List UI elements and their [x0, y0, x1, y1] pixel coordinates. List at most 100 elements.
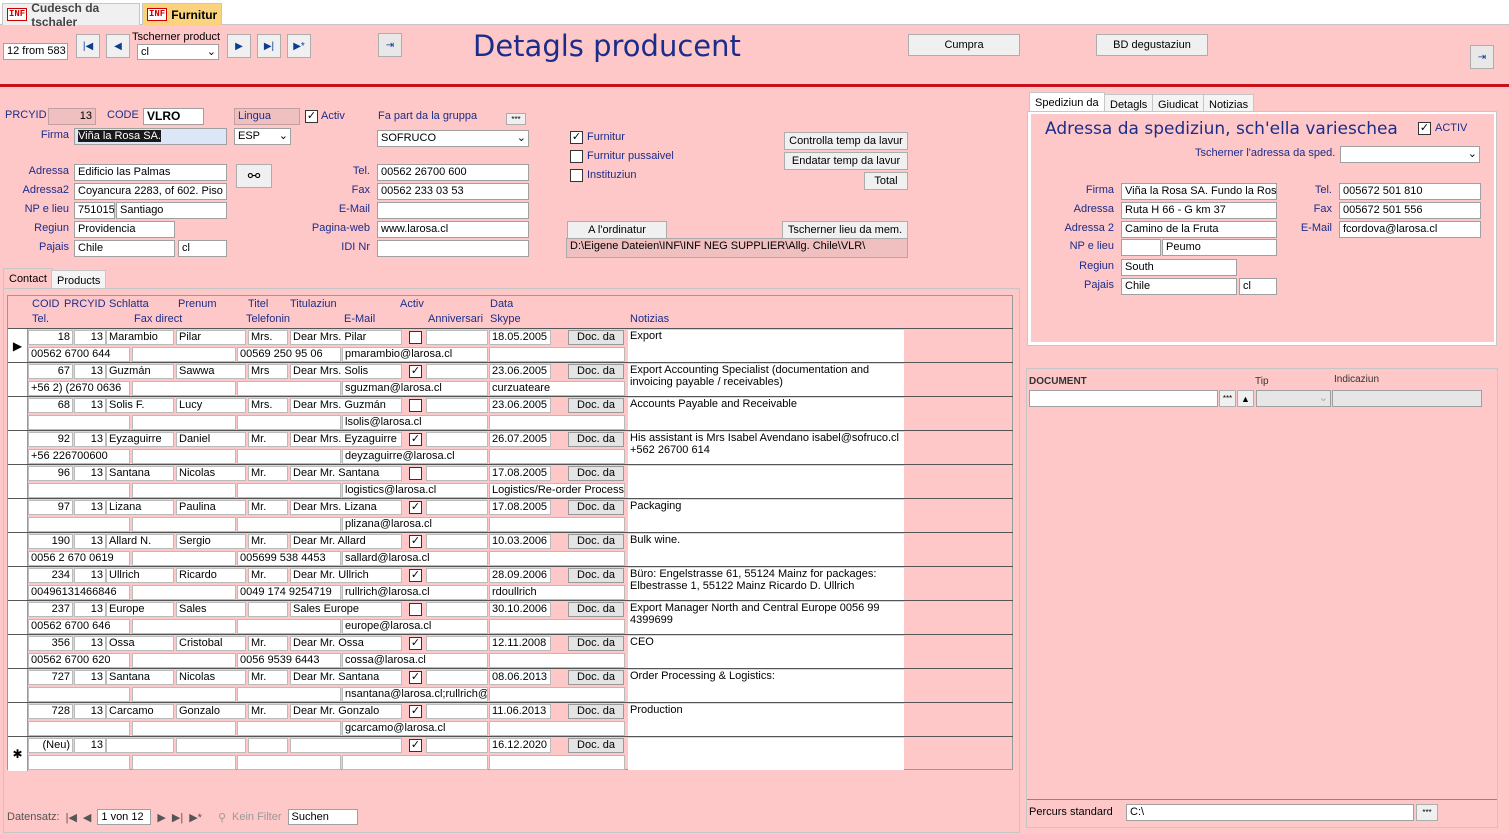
cell-titulaziun[interactable]: Dear Mrs. Pilar — [290, 330, 402, 345]
activ-checkbox[interactable]: ✓ — [409, 433, 422, 446]
cell-skype[interactable]: rdoullrich — [489, 585, 625, 600]
cell-prcyid[interactable]: 13 — [74, 500, 106, 515]
cell-anniversari[interactable] — [426, 398, 488, 413]
cell-titel[interactable]: Mr. — [248, 670, 288, 685]
cell-schlatta[interactable] — [106, 738, 174, 753]
table-row[interactable]: 727 13 Santana Nicolas Mr. Dear Mr. Santana 08… — [8, 668, 1013, 703]
table-row[interactable]: 67 13 Guzmán Sawwa Mrs Dear Mrs. Solis 23.06.2… — [8, 362, 1013, 397]
cell-titel[interactable]: Mr. — [248, 534, 288, 549]
row-selector[interactable] — [8, 465, 28, 499]
cell-telefonin[interactable] — [237, 415, 341, 430]
cell-titel[interactable] — [248, 602, 288, 617]
cell-titulaziun[interactable]: Dear Mr. Ullrich — [290, 568, 402, 583]
document-field[interactable] — [1029, 390, 1218, 407]
cell-schlatta[interactable]: Ossa — [106, 636, 174, 651]
cell-coid[interactable]: 67 — [28, 364, 73, 379]
cell-titulaziun[interactable] — [290, 738, 402, 753]
doc-da-button[interactable]: Doc. da — [568, 704, 624, 719]
cell-coid[interactable]: 356 — [28, 636, 73, 651]
default-path-dots-button[interactable]: *** — [1416, 804, 1438, 821]
activ-checkbox[interactable]: ✓ — [409, 535, 422, 548]
cell-telefonin[interactable]: 00569 250 95 06 — [237, 347, 341, 362]
cell-skype[interactable] — [489, 755, 625, 770]
cell-titel[interactable]: Mr. — [248, 432, 288, 447]
cell-coid[interactable]: 190 — [28, 534, 73, 549]
cell-data[interactable]: 17.08.2005 — [489, 500, 551, 515]
cell-titulaziun[interactable]: Dear Mrs. Guzmán — [290, 398, 402, 413]
row-selector[interactable] — [8, 703, 28, 737]
cell-prcyid[interactable]: 13 — [74, 636, 106, 651]
cell-fax[interactable] — [132, 347, 236, 362]
cell-titel[interactable]: Mr. — [248, 568, 288, 583]
cell-skype[interactable] — [489, 687, 625, 702]
cell-email[interactable]: sguzman@larosa.cl — [342, 381, 488, 396]
cell-skype[interactable] — [489, 449, 625, 464]
table-row[interactable]: 356 13 Ossa Cristobal Mr. Dear Mr. Ossa 12.11.… — [8, 634, 1013, 669]
cell-prenum[interactable]: Gonzalo — [176, 704, 246, 719]
row-selector[interactable] — [8, 635, 28, 669]
idi-field[interactable] — [377, 240, 529, 257]
cell-data[interactable]: 30.10.2006 — [489, 602, 551, 617]
cell-prenum[interactable]: Daniel — [176, 432, 246, 447]
cell-schlatta[interactable]: Eyzaguirre — [106, 432, 174, 447]
cell-email[interactable]: rullrich@larosa.cl — [342, 585, 488, 600]
cell-titulaziun[interactable]: Dear Mr. Santana — [290, 466, 402, 481]
shipping-adressa-field[interactable]: Ruta H 66 - G km 37 — [1121, 202, 1277, 219]
cell-tel[interactable]: 00562 6700 620 — [28, 653, 130, 668]
tel-field[interactable]: 00562 26700 600 — [377, 164, 529, 181]
cell-tel[interactable] — [28, 415, 130, 430]
cell-prcyid[interactable]: 13 — [74, 670, 106, 685]
cell-data[interactable]: 28.09.2006 — [489, 568, 551, 583]
cell-coid[interactable]: (Neu) — [28, 738, 73, 753]
indicaziun-field[interactable] — [1332, 390, 1482, 407]
table-row[interactable]: 190 13 Allard N. Sergio Mr. Dear Mr. Allard 10… — [8, 532, 1013, 567]
cell-prcyid[interactable]: 13 — [74, 534, 106, 549]
cell-data[interactable]: 12.11.2008 — [489, 636, 551, 651]
fax-field[interactable]: 00562 233 03 53 — [377, 183, 529, 200]
cell-prenum[interactable]: Pilar — [176, 330, 246, 345]
cell-prenum[interactable]: Ricardo — [176, 568, 246, 583]
tab-spediziun[interactable]: Spediziun da — [1029, 92, 1105, 112]
choose-shipping-select[interactable]: ⌄ — [1340, 146, 1480, 163]
adressa2-field[interactable]: Coyancura 2283, of 602. Piso I — [74, 183, 227, 200]
activ-checkbox[interactable]: ✓ — [305, 110, 318, 123]
activ-checkbox[interactable]: ✓ — [409, 705, 422, 718]
doc-da-button[interactable]: Doc. da — [568, 670, 624, 685]
new-record-button[interactable]: ▶* — [287, 34, 311, 58]
furnitur-checkbox[interactable]: ✓ — [570, 131, 583, 144]
firma-field[interactable]: Viña la Rosa SA. — [74, 128, 227, 145]
cell-anniversari[interactable] — [426, 670, 488, 685]
table-row[interactable]: 96 13 Santana Nicolas Mr. Dear Mr. Santana 17.… — [8, 464, 1013, 499]
doc-da-button[interactable]: Doc. da — [568, 466, 624, 481]
first-record-icon[interactable]: |◀ — [66, 811, 77, 824]
cell-telefonin[interactable] — [237, 517, 341, 532]
row-selector[interactable] — [8, 567, 28, 601]
cell-data[interactable]: 08.06.2013 — [489, 670, 551, 685]
last-record-button[interactable]: ▶| — [257, 34, 281, 58]
activ-checkbox[interactable] — [409, 467, 422, 480]
instituziun-checkbox[interactable] — [570, 169, 583, 182]
cell-coid[interactable]: 96 — [28, 466, 73, 481]
cell-data[interactable]: 11.06.2013 — [489, 704, 551, 719]
cell-notizias[interactable]: Export Accounting Specialist (documentat… — [628, 364, 904, 396]
activ-checkbox[interactable]: ✓ — [409, 501, 422, 514]
cell-titel[interactable] — [248, 738, 288, 753]
cell-titel[interactable]: Mr. — [248, 704, 288, 719]
cell-notizias[interactable]: Export Manager North and Central Europe … — [628, 602, 904, 634]
row-selector[interactable] — [8, 499, 28, 533]
cell-titulaziun[interactable]: Dear Mr. Ossa — [290, 636, 402, 651]
shipping-firma-field[interactable]: Viña la Rosa SA. Fundo la Rosa — [1121, 183, 1277, 200]
new-record-icon[interactable]: ▶* — [189, 811, 202, 824]
cell-prcyid[interactable]: 13 — [74, 602, 106, 617]
cell-prenum[interactable]: Nicolas — [176, 466, 246, 481]
cell-telefonin[interactable]: 0049 174 9254719 — [237, 585, 341, 600]
activ-checkbox[interactable]: ✓ — [409, 569, 422, 582]
cell-fax[interactable] — [132, 585, 236, 600]
doc-da-button[interactable]: Doc. da — [568, 602, 624, 617]
tab-products[interactable]: Products — [51, 270, 107, 290]
cell-tel[interactable]: 00562 6700 646 — [28, 619, 130, 634]
row-selector[interactable] — [8, 431, 28, 465]
cell-data[interactable]: 18.05.2005 — [489, 330, 551, 345]
cell-anniversari[interactable] — [426, 364, 488, 379]
cell-fax[interactable] — [132, 721, 236, 736]
